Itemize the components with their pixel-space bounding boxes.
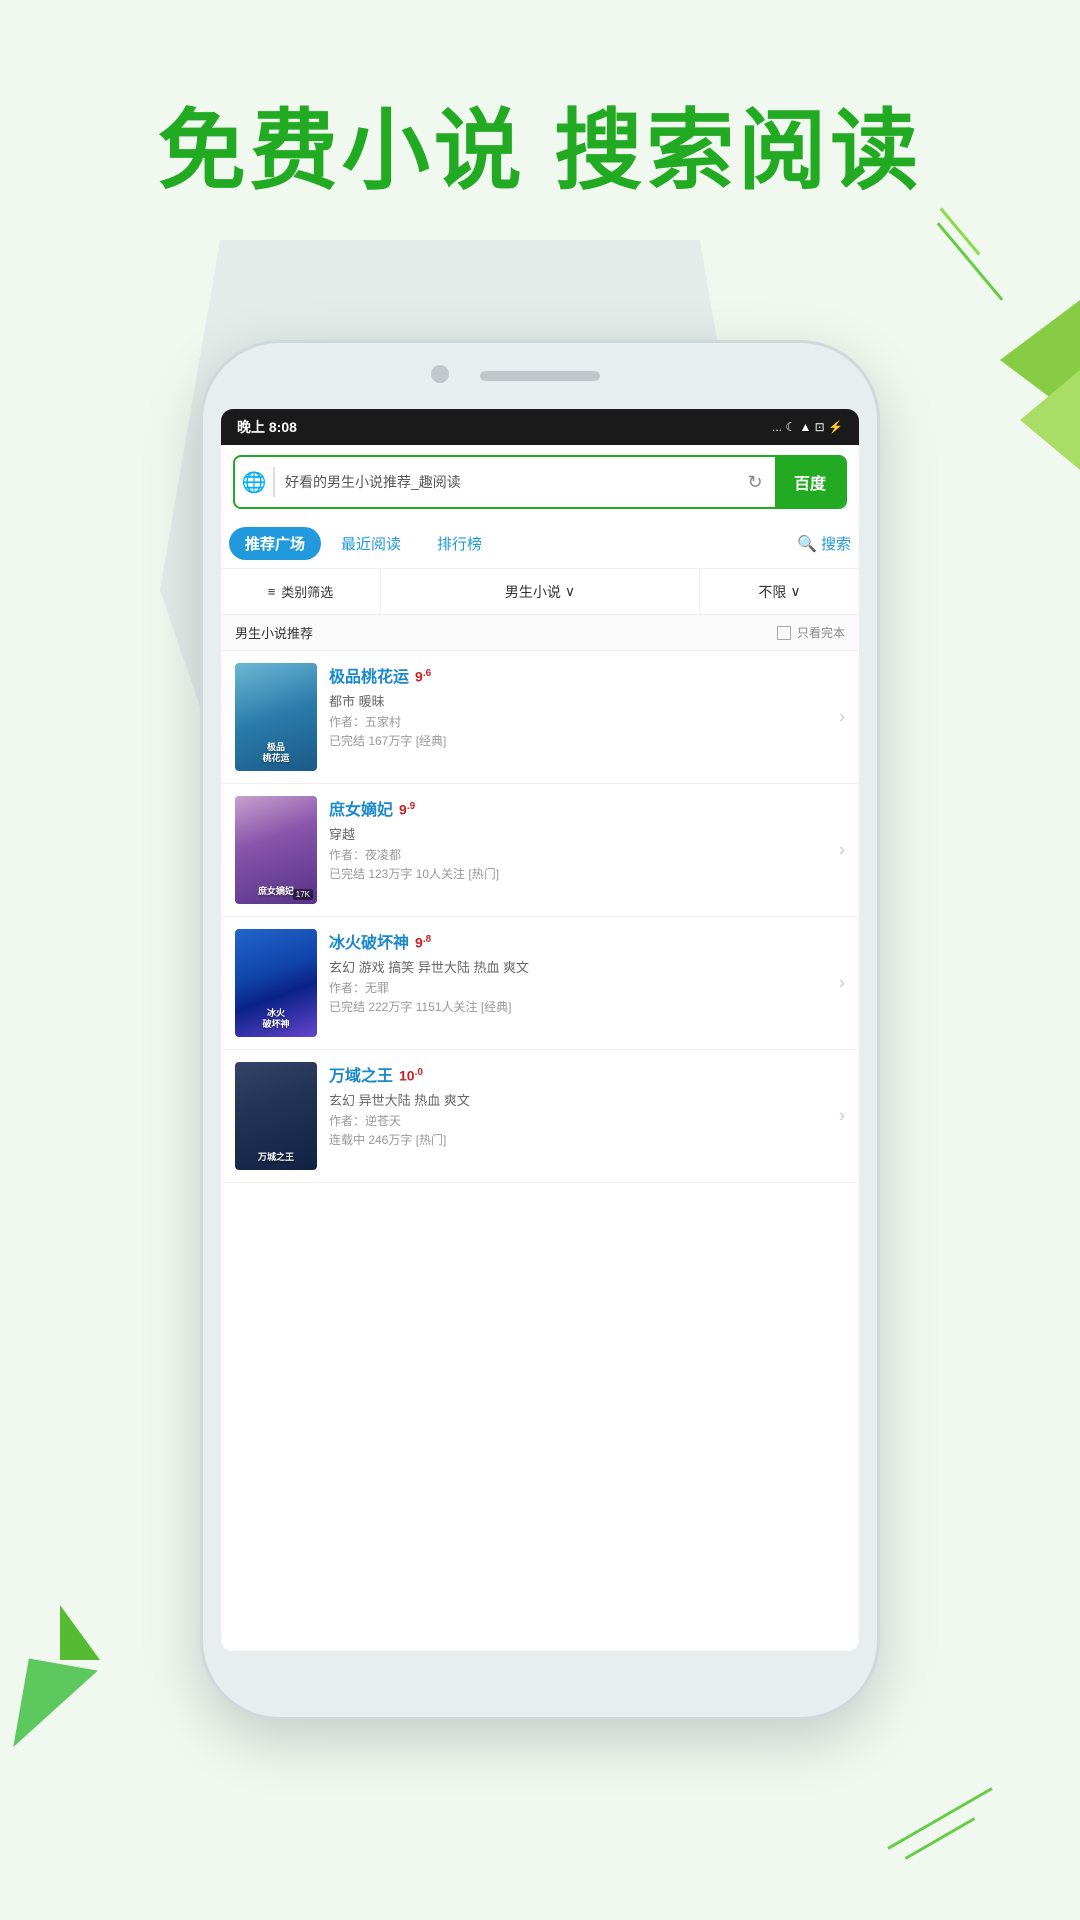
book-meta: 已完结 222万字 1151人关注 [经典]: [329, 998, 845, 1015]
book-title: 庶女嫡妃: [329, 796, 393, 820]
book-cover: 万城之王: [235, 1062, 317, 1170]
book-meta: 已完结 123万字 10人关注 [热门]: [329, 865, 845, 882]
tab-recent[interactable]: 最近阅读: [325, 527, 417, 560]
book-info: 万域之王 10.0 玄幻 异世大陆 热血 爽文 作者：逆苍天 连载中 246万字…: [329, 1062, 845, 1170]
refresh-icon[interactable]: ↻: [735, 472, 775, 493]
book-cover: 极品桃花运: [235, 663, 317, 771]
book-arrow-icon: ›: [839, 973, 845, 994]
filter-row: ≡ 类别筛选 男生小说 ∨ 不限 ∨: [221, 569, 859, 615]
phone-mockup: 晚上 8:08 ... ☾ ▲ ⊡ ⚡ 🌐 好看的男生小说推荐_趣阅读 ↻ 百度…: [200, 340, 880, 1720]
filter-limit-label: 不限: [758, 582, 786, 602]
status-icons: ... ☾ ▲ ⊡ ⚡: [772, 420, 843, 434]
book-list: 极品桃花运 极品桃花运 9.6 都市 暖昧 作者：五家村 已完结 167万字 […: [221, 651, 859, 1183]
search-bar[interactable]: 🌐 好看的男生小说推荐_趣阅读 ↻ 百度: [233, 455, 847, 509]
book-meta: 连载中 246万字 [热门]: [329, 1131, 845, 1148]
book-item[interactable]: 极品桃花运 极品桃花运 9.6 都市 暖昧 作者：五家村 已完结 167万字 […: [221, 651, 859, 784]
filter-limit[interactable]: 不限 ∨: [700, 569, 859, 614]
baidu-button[interactable]: 百度: [775, 457, 845, 507]
status-time: 晚上 8:08: [237, 417, 297, 437]
status-bar: 晚上 8:08 ... ☾ ▲ ⊡ ⚡: [221, 409, 859, 445]
book-info: 冰火破坏神 9.8 玄幻 游戏 搞笑 异世大陆 热血 爽文 作者：无罪 已完结 …: [329, 929, 845, 1037]
book-tags: 玄幻 游戏 搞笑 异世大陆 热血 爽文: [329, 957, 845, 976]
book-item[interactable]: 万城之王 万域之王 10.0 玄幻 异世大陆 热血 爽文 作者：逆苍天 连载中 …: [221, 1050, 859, 1183]
book-arrow-icon: ›: [839, 1106, 845, 1127]
book-rating: 9.6: [415, 668, 431, 685]
book-author: 作者：逆苍天: [329, 1112, 845, 1129]
search-input[interactable]: 好看的男生小说推荐_趣阅读: [275, 472, 735, 492]
tab-search-label: 搜索: [821, 533, 851, 554]
complete-filter[interactable]: 只看完本: [777, 624, 845, 641]
tab-search[interactable]: 🔍 搜索: [797, 533, 851, 554]
book-title: 冰火破坏神: [329, 929, 409, 953]
book-tags: 玄幻 异世大陆 热血 爽文: [329, 1090, 845, 1109]
book-info: 极品桃花运 9.6 都市 暖昧 作者：五家村 已完结 167万字 [经典]: [329, 663, 845, 771]
book-arrow-icon: ›: [839, 840, 845, 861]
book-tags: 都市 暖昧: [329, 691, 845, 710]
cover-text: 万城之王: [235, 1152, 317, 1164]
search-icon: 🔍: [797, 534, 817, 554]
book-author: 作者：无罪: [329, 979, 845, 996]
complete-checkbox[interactable]: [777, 626, 791, 640]
tab-ranking[interactable]: 排行榜: [421, 527, 498, 560]
nav-tabs: 推荐广场 最近阅读 排行榜 🔍 搜索: [221, 519, 859, 569]
book-title: 万域之王: [329, 1062, 393, 1086]
complete-label: 只看完本: [797, 624, 845, 641]
book-rating: 10.0: [399, 1067, 423, 1084]
book-cover: 冰火破坏神: [235, 929, 317, 1037]
filter-cat-icon: ≡: [268, 584, 276, 599]
book-info: 庶女嫡妃 9.9 穿越 作者：夜凌都 已完结 123万字 10人关注 [热门]: [329, 796, 845, 904]
phone-camera: [431, 365, 449, 383]
book-cover: 庶女嫡妃 17K: [235, 796, 317, 904]
app-headline: 免费小说 搜索阅读: [0, 80, 1080, 207]
section-header: 男生小说推荐 只看完本: [221, 615, 859, 651]
filter-type[interactable]: 男生小说 ∨: [381, 569, 700, 614]
section-title: 男生小说推荐: [235, 623, 313, 642]
book-tags: 穿越: [329, 824, 845, 843]
phone-screen: 晚上 8:08 ... ☾ ▲ ⊡ ⚡ 🌐 好看的男生小说推荐_趣阅读 ↻ 百度…: [221, 409, 859, 1651]
book-arrow-icon: ›: [839, 707, 845, 728]
filter-limit-arrow-icon: ∨: [790, 583, 800, 600]
filter-type-label: 男生小说: [505, 582, 561, 602]
book-author: 作者：夜凌都: [329, 846, 845, 863]
tab-recommended[interactable]: 推荐广场: [229, 527, 321, 560]
book-item[interactable]: 庶女嫡妃 17K 庶女嫡妃 9.9 穿越 作者：夜凌都 已完结 123万字 10…: [221, 784, 859, 917]
book-rating: 9.8: [415, 934, 431, 951]
cover-text: 冰火破坏神: [235, 1008, 317, 1031]
globe-icon: 🌐: [235, 470, 273, 495]
book-author: 作者：五家村: [329, 713, 845, 730]
cover-badge: 17K: [293, 889, 313, 900]
book-meta: 已完结 167万字 [经典]: [329, 732, 845, 749]
phone-speaker: [480, 371, 600, 381]
book-title: 极品桃花运: [329, 663, 409, 687]
book-item[interactable]: 冰火破坏神 冰火破坏神 9.8 玄幻 游戏 搞笑 异世大陆 热血 爽文 作者：无…: [221, 917, 859, 1050]
filter-category[interactable]: ≡ 类别筛选: [221, 569, 381, 614]
filter-type-arrow-icon: ∨: [565, 583, 575, 600]
filter-cat-label: 类别筛选: [281, 582, 333, 601]
book-rating: 9.9: [399, 801, 415, 818]
cover-text: 极品桃花运: [235, 742, 317, 765]
